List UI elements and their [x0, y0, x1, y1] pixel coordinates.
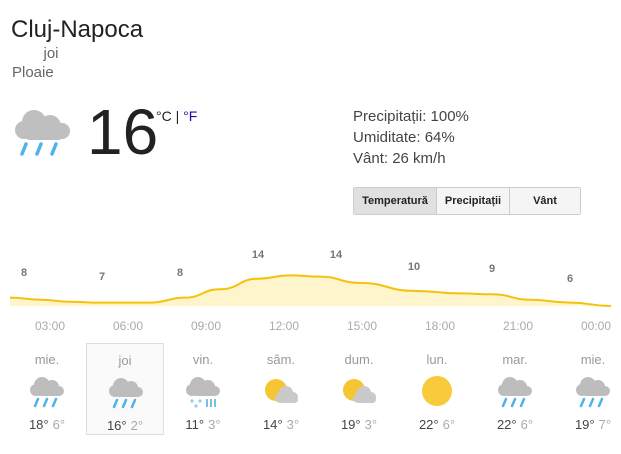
high-temp: 19° [574, 417, 595, 432]
temp-range: 18° 6° [8, 417, 86, 432]
temp-range: 14° 3° [242, 417, 320, 432]
celsius-unit[interactable]: °C [156, 108, 172, 124]
day-name: mar. [502, 352, 528, 367]
high-temp: 14° [262, 417, 283, 432]
temp-range: 19° 3° [320, 417, 398, 432]
forecast-day[interactable]: sâm. 14° 3° [242, 343, 320, 435]
humidity-detail: Umiditate: 64% [353, 129, 455, 146]
x-tick-label: 09:00 [191, 319, 221, 333]
x-tick-label: 00:00 [581, 319, 611, 333]
forecast-day[interactable]: mie. 19° 7° [554, 343, 621, 435]
day-name: joi [118, 353, 132, 368]
day-name: lun. [426, 352, 448, 367]
low-temp: 6° [442, 417, 456, 432]
forecast-day[interactable]: mie. 18° 6° [8, 343, 86, 435]
low-temp: 2° [130, 418, 144, 433]
temp-range: 11° 3° [164, 417, 242, 432]
fahrenheit-unit[interactable]: °F [183, 108, 197, 124]
low-temp: 6° [52, 417, 66, 432]
x-tick-label: 12:00 [269, 319, 299, 333]
point-label: 8 [177, 267, 183, 279]
cloud-rain-icon [27, 371, 67, 411]
x-tick-label: 15:00 [347, 319, 377, 333]
unit-separator: | [171, 108, 184, 124]
forecast-day[interactable]: mar. 22° 6° [476, 343, 554, 435]
current-temperature: 16 [87, 96, 159, 168]
temp-range: 22° 6° [398, 417, 476, 432]
x-tick-label: 03:00 [35, 319, 65, 333]
point-label: 7 [99, 271, 105, 283]
day-name: sâm. [266, 352, 296, 367]
day-name: vin. [192, 352, 214, 367]
precipitation-detail: Precipitații: 100% [353, 108, 469, 125]
day-name: mie. [580, 352, 606, 367]
day-name: mie. [34, 352, 60, 367]
low-temp: 6° [520, 417, 534, 432]
forecast-day[interactable]: dum. 19° 3° [320, 343, 398, 435]
low-temp: 3° [208, 417, 221, 432]
day-name: dum. [344, 352, 374, 367]
snow-rain-icon [183, 371, 223, 411]
low-temp: 7° [598, 417, 612, 432]
high-temp: 22° [496, 417, 517, 432]
forecast-day[interactable]: vin. 11° 3° [164, 343, 242, 435]
tab-temperature[interactable]: Temperatură [354, 188, 436, 214]
x-tick-label: 06:00 [113, 319, 143, 333]
current-condition: Ploaie [12, 64, 54, 81]
high-temp: 18° [28, 417, 49, 432]
forecast-day[interactable]: lun. 22° 6° [398, 343, 476, 435]
tab-precipitation[interactable]: Precipitații [436, 188, 509, 214]
temp-range: 16° 2° [87, 418, 163, 433]
cloud-rain-icon [106, 372, 146, 412]
cloud-rain-icon [573, 371, 613, 411]
point-label: 14 [252, 249, 265, 261]
high-temp: 11° [185, 417, 205, 432]
x-tick-label: 18:00 [425, 319, 455, 333]
partly-cloudy-icon [261, 371, 301, 411]
tab-wind[interactable]: Vânt [509, 188, 580, 214]
low-temp: 3° [286, 417, 300, 432]
partly-cloudy-icon [339, 371, 379, 411]
point-label: 14 [330, 249, 343, 261]
temperature-chart: 8 7 8 14 14 10 9 6 03:00 06:00 09:00 12:00 15:00 18:0… [9, 249, 611, 333]
point-label: 10 [408, 261, 420, 273]
location-title: Cluj-Napoca [11, 16, 144, 43]
point-label: 6 [567, 273, 573, 285]
high-temp: 19° [340, 417, 361, 432]
high-temp: 16° [106, 418, 127, 433]
chart-mode-tabs: Temperatură Precipitații Vânt [353, 187, 581, 215]
forecast-day[interactable]: joi 16° 2° [86, 343, 164, 435]
x-tick-label: 21:00 [503, 319, 533, 333]
wind-detail: Vânt: 26 km/h [353, 150, 446, 167]
unit-switcher: °C | °F [156, 108, 197, 124]
weather-details: Precipitații: 100% Umiditate: 64% Vânt: … [353, 106, 469, 169]
low-temp: 3° [364, 417, 378, 432]
sun-icon [417, 371, 457, 411]
cloud-rain-icon [495, 371, 535, 411]
temp-range: 19° 7° [554, 417, 621, 432]
high-temp: 22° [418, 417, 439, 432]
cloud-rain-icon [15, 110, 70, 156]
point-label: 9 [489, 263, 495, 275]
point-label: 8 [21, 267, 27, 279]
forecast-strip: mie. 18° 6° joi 16° 2° vin. 11° 3° sâm. 14° 3° dum. 1… [8, 343, 621, 435]
temp-range: 22° 6° [476, 417, 554, 432]
